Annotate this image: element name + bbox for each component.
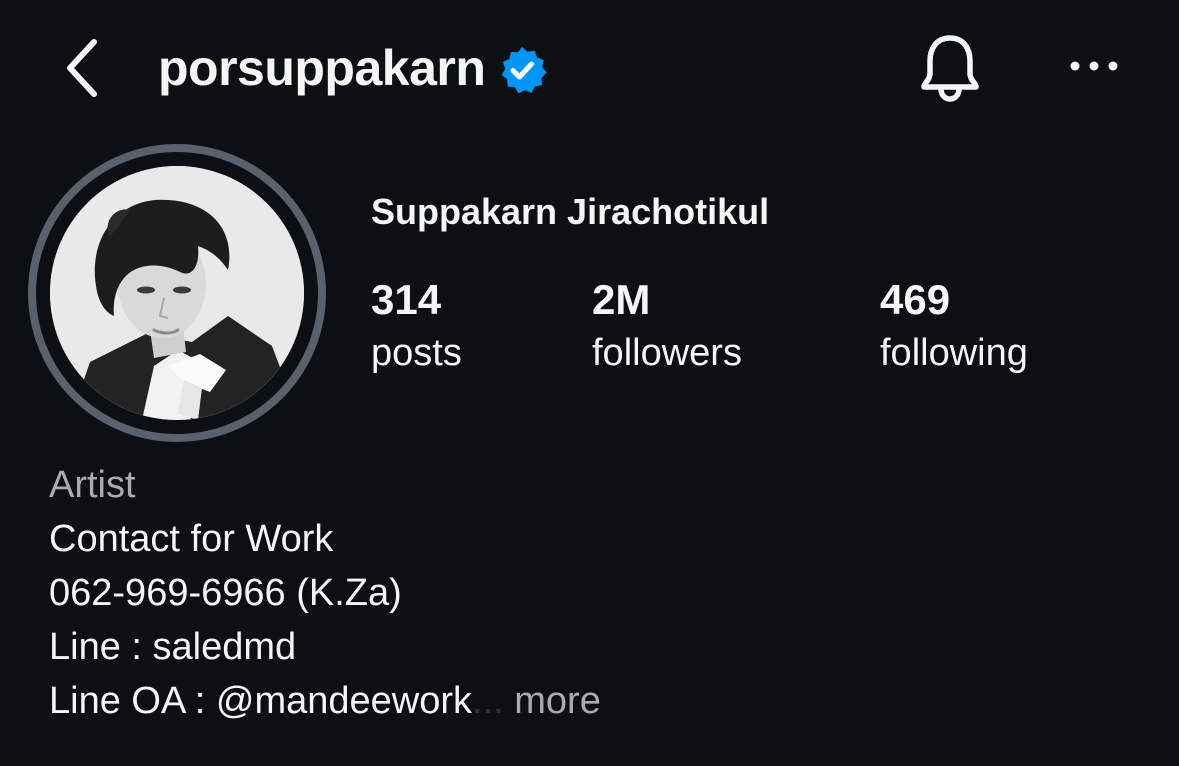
username-text: porsuppakarn [158,40,486,96]
notifications-button[interactable] [916,32,984,104]
back-button[interactable] [58,34,106,102]
profile-full-name: Suppakarn Jirachotikul [371,191,770,232]
more-horizontal-icon [1070,61,1118,71]
avatar-portrait-image [50,166,304,420]
bio-line: Line : saledmd [49,626,297,668]
bio-line: Contact for Work [49,518,334,560]
following-count: 469 [880,276,951,323]
bio-truncated-line: Line OA : @mandeework... more [49,674,601,728]
profile-bio: Artist Contact for Work 062-969-6966 (K.… [49,458,601,728]
profile-avatar[interactable] [28,144,326,442]
following-stat[interactable]: 469 following [880,272,1028,378]
posts-count: 314 [371,276,442,323]
username-title: porsuppakarn [158,38,548,98]
followers-stat[interactable]: 2M followers [592,272,742,378]
posts-stat[interactable]: 314 posts [371,272,462,378]
more-options-button[interactable] [1066,48,1122,84]
followers-label: followers [592,332,742,374]
chevron-left-icon [67,39,97,97]
bio-more-link[interactable]: more [514,680,601,722]
bio-ellipsis: ... [472,680,504,722]
bio-line: 062-969-6966 (K.Za) [49,572,402,614]
bell-icon [921,35,979,102]
posts-label: posts [371,332,462,374]
followers-count: 2M [592,276,651,323]
verified-badge-icon [502,47,548,94]
avatar-photo [50,166,304,420]
following-label: following [880,332,1028,374]
profile-category: Artist [49,464,136,506]
bio-line-text: Line OA : @mandeework [49,680,473,722]
profile-header: porsuppakarn [0,0,1179,140]
